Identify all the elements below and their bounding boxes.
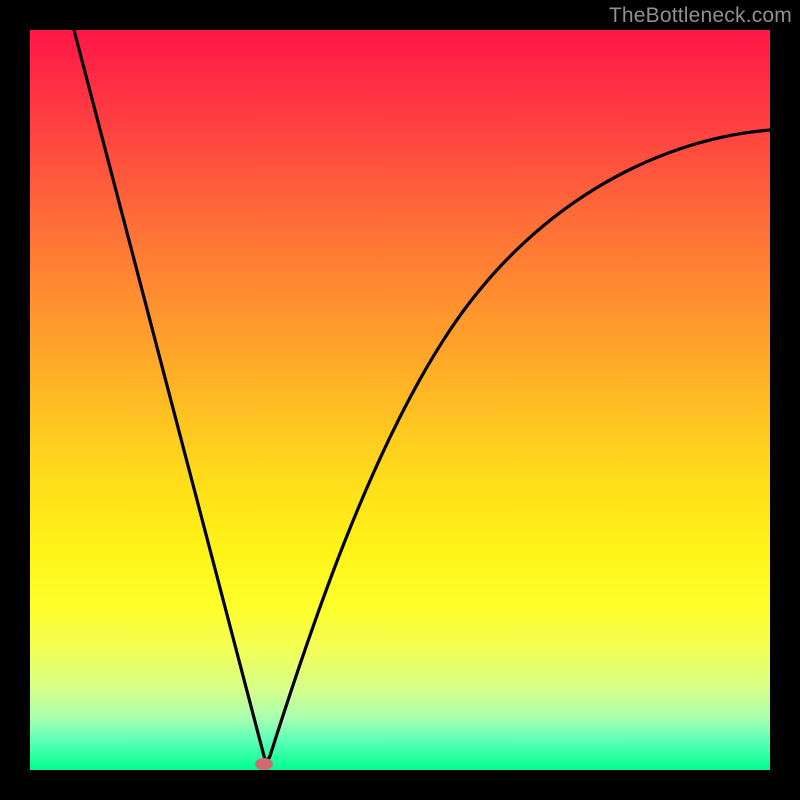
bottleneck-curve: [30, 30, 770, 770]
chart-frame: TheBottleneck.com: [0, 0, 800, 800]
minimum-marker: [255, 758, 273, 770]
watermark-text: TheBottleneck.com: [609, 4, 792, 28]
curve-path: [74, 30, 770, 760]
